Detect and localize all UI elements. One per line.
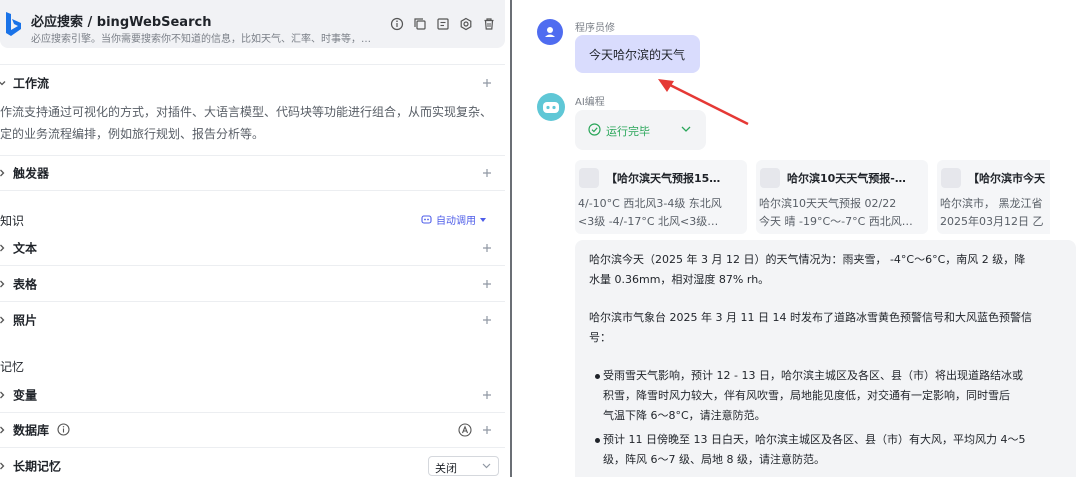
answer-line: 号： [589, 331, 611, 344]
result-snippet-line: 4/-10°C 西北风3-4级 东北风 [578, 197, 722, 210]
bullet-line: 级，阵风 6～7 级、局地 8 级，请注意防范。 [603, 453, 825, 466]
user-name: 程序员修 [575, 23, 615, 34]
add-text-icon[interactable] [482, 243, 492, 253]
auto-call-icon [421, 215, 432, 224]
memory-section-label: 记忆 [0, 360, 25, 374]
user-message-bubble[interactable]: 今天哈尔滨的天气 [575, 35, 700, 73]
add-photo-icon[interactable] [482, 315, 492, 325]
result-snippet-line: 今天 晴 -19°C～-7°C 西北风… [759, 215, 913, 228]
add-trigger-icon[interactable] [482, 168, 492, 178]
text-knowledge-row[interactable]: 文本 [0, 231, 505, 266]
ai-avatar [537, 93, 565, 121]
ai-answer-bubble: 哈尔滨今天（2025 年 3 月 12 日）的天气情况为：雨夹雪， -4°C～6… [575, 240, 1076, 477]
comment-icon[interactable] [436, 17, 450, 31]
answer-line: 水量 0.36mm，相对湿度 87% rh。 [589, 273, 770, 286]
longterm-memory-value: 关闭 [435, 462, 457, 475]
user-message-text: 今天哈尔滨的天气 [589, 48, 686, 62]
auto-call-label: 自动调用 [436, 216, 476, 227]
ai-name: AI编程 [575, 97, 605, 108]
run-status-toggle[interactable]: 运行完毕 [575, 110, 706, 150]
table-label: 表格 [13, 277, 38, 291]
chevron-down-icon [681, 126, 691, 132]
chevron-right-icon [0, 316, 5, 324]
photo-knowledge-row[interactable]: 照片 [0, 302, 505, 338]
workflow-label: 工作流 [13, 76, 50, 91]
trigger-label: 触发器 [13, 166, 50, 181]
caret-down-icon [480, 217, 486, 222]
user-avatar [537, 19, 563, 45]
plugin-card[interactable]: 必应搜索 / bingWebSearch 必应搜索引擎。当你需要搜索你不知道的信… [0, 0, 505, 48]
text-label: 文本 [13, 241, 38, 256]
app-root: 必应搜索 / bingWebSearch 必应搜索引擎。当你需要搜索你不知道的信… [0, 0, 1080, 477]
chevron-right-icon [0, 426, 5, 434]
result-snippet-line: <3级 -4/-17°C 北风<3级… [578, 215, 719, 228]
database-row[interactable]: 数据库 [0, 413, 505, 448]
workflow-desc-line-1: 作流支持通过可视化的方式，对插件、大语言模型、代码块等功能进行组合，从而实现复杂… [0, 105, 493, 119]
variable-label: 变量 [13, 388, 38, 402]
database-label: 数据库 [13, 423, 50, 438]
result-snippet-line: 2025年03月12日 乙 [940, 215, 1044, 228]
favicon-icon [579, 168, 599, 188]
database-info-icon[interactable] [57, 423, 70, 436]
knowledge-section-label: 知识 [0, 214, 25, 228]
photo-label: 照片 [13, 313, 38, 328]
plugin-actions [390, 17, 496, 31]
favicon-icon [941, 168, 961, 188]
copy-icon[interactable] [413, 17, 427, 31]
workflow-desc-line-2: 定的业务流程编排，例如旅行规划、报告分析等。 [0, 127, 265, 141]
bullet-dot [595, 438, 600, 443]
chevron-right-icon [0, 169, 5, 177]
result-title: 哈尔滨10天天气预报-… [787, 172, 906, 185]
search-result-card[interactable]: 【哈尔滨天气预报15… 4/-10°C 西北风3-4级 东北风 <3级 -4/-… [575, 160, 747, 234]
add-variable-icon[interactable] [482, 390, 492, 400]
run-status-label: 运行完毕 [606, 125, 650, 138]
check-circle-icon [588, 123, 601, 136]
database-mode-icon[interactable] [458, 423, 472, 437]
bot-config-panel: 必应搜索 / bingWebSearch 必应搜索引擎。当你需要搜索你不知道的信… [0, 0, 510, 477]
settings-icon[interactable] [459, 17, 473, 31]
variable-row[interactable]: 变量 [0, 377, 505, 413]
answer-line: 哈尔滨今天（2025 年 3 月 12 日）的天气情况为：雨夹雪， -4°C～6… [589, 253, 1026, 266]
search-result-cards: 【哈尔滨天气预报15… 4/-10°C 西北风3-4级 东北风 <3级 -4/-… [575, 160, 1050, 234]
delete-icon[interactable] [482, 17, 496, 31]
result-title: 【哈尔滨市今天 [968, 172, 1045, 185]
info-icon[interactable] [390, 17, 404, 31]
workflow-description: 作流支持通过可视化的方式，对插件、大语言模型、代码块等功能进行组合，从而实现复杂… [0, 101, 505, 145]
result-snippet-line: 哈尔滨10天天气预报 02/22 [759, 197, 897, 210]
plugin-title: 必应搜索 / bingWebSearch [31, 15, 212, 30]
user-icon [545, 27, 555, 37]
bing-logo-icon [6, 12, 21, 36]
favicon-icon [760, 168, 780, 188]
longterm-memory-select[interactable]: 关闭 [428, 456, 499, 476]
robot-icon [543, 102, 559, 113]
chevron-down-icon [482, 463, 491, 469]
chevron-right-icon [0, 462, 5, 470]
search-result-card[interactable]: 【哈尔滨市今天 哈尔滨市， 黑龙江省 2025年03月12日 乙 [937, 160, 1050, 234]
bullet-dot [595, 374, 600, 379]
bullet-line: 积雪，降雪时风力较大，伴有风吹雪，局地能见度低，对交通有一定影响，同时雪后 [603, 389, 1010, 402]
chevron-down-icon [0, 81, 6, 86]
bullet-line: 受雨雪天气影响，预计 12 - 13 日，哈尔滨主城区及各区、县（市）将出现道路… [603, 369, 1023, 382]
workflow-row[interactable]: 工作流 [0, 64, 505, 101]
chat-panel: 程序员修 今天哈尔滨的天气 AI编程 运行完毕 【哈尔滨天气预报15… 4/-1… [512, 0, 1080, 477]
auto-call-dropdown[interactable]: 自动调用 [421, 212, 486, 227]
result-title: 【哈尔滨天气预报15… [606, 172, 721, 185]
add-table-icon[interactable] [482, 279, 492, 289]
chevron-right-icon [0, 391, 5, 398]
longterm-memory-label: 长期记忆 [13, 459, 62, 474]
plugin-description: 必应搜索引擎。当你需要搜索你不知道的信息，比如天气、汇率、时事等，… [31, 34, 371, 45]
search-result-card[interactable]: 哈尔滨10天天气预报-… 哈尔滨10天天气预报 02/22 今天 晴 -19°C… [756, 160, 928, 234]
table-knowledge-row[interactable]: 表格 [0, 266, 505, 302]
trigger-row[interactable]: 触发器 [0, 155, 505, 191]
add-workflow-icon[interactable] [482, 78, 492, 88]
add-database-icon[interactable] [482, 425, 492, 435]
result-snippet-line: 哈尔滨市， 黑龙江省 [940, 197, 1043, 210]
chevron-right-icon [0, 280, 5, 287]
bullet-line: 预计 11 日傍晚至 13 日白天，哈尔滨主城区及各区、县（市）有大风，平均风力… [603, 433, 1026, 446]
chevron-right-icon [0, 244, 5, 252]
bullet-line: 气温下降 6～8°C，请注意防范。 [603, 409, 766, 422]
answer-line: 哈尔滨市气象台 2025 年 3 月 11 日 14 时发布了道路冰雪黄色预警信… [589, 311, 1032, 324]
